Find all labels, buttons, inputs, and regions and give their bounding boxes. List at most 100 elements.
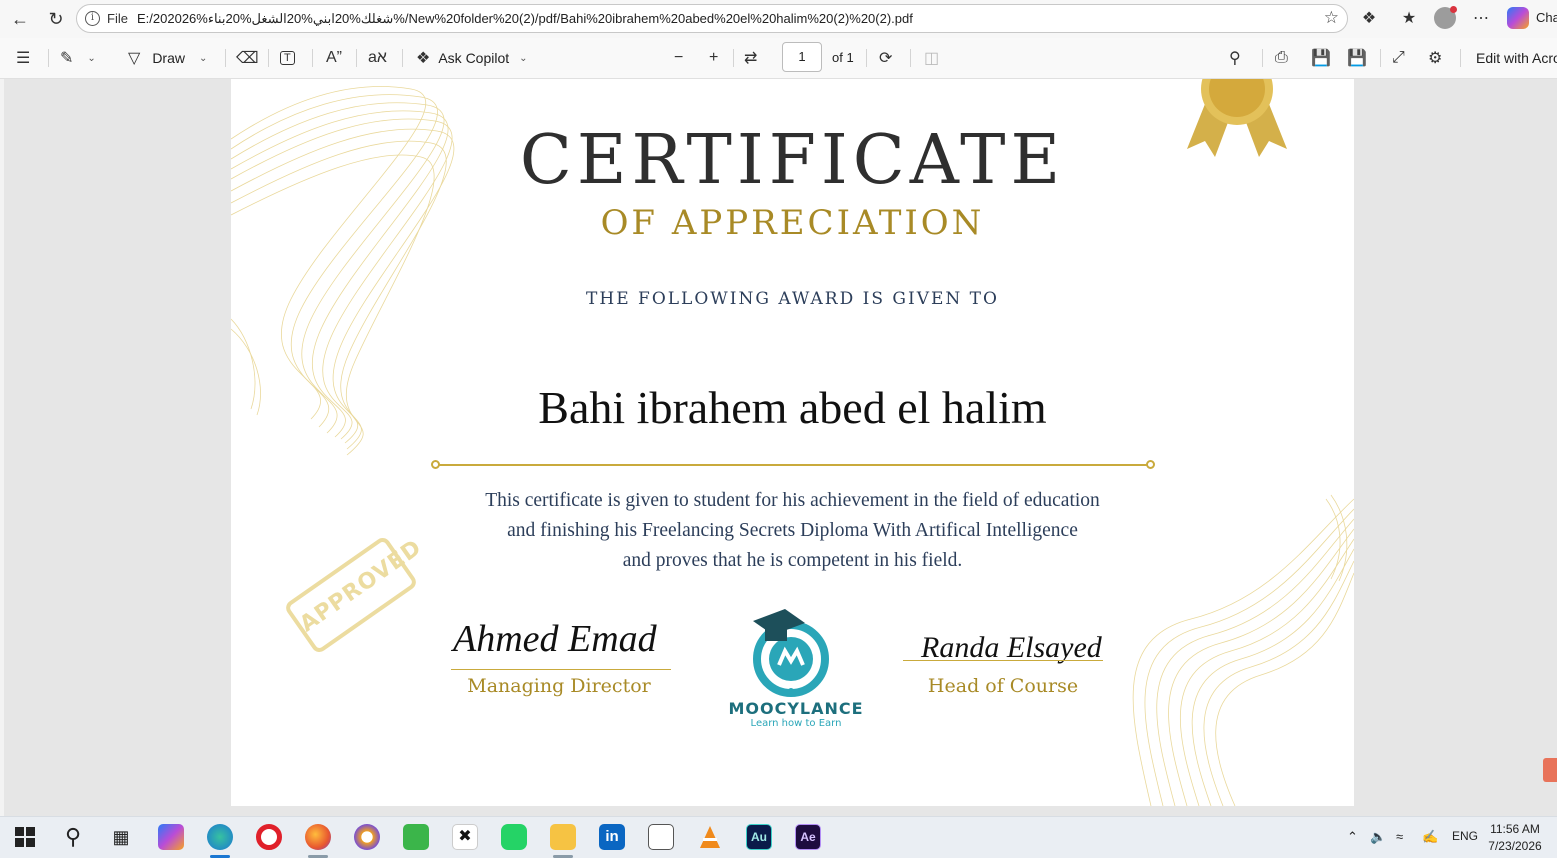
audition-icon[interactable]: Au [746, 824, 772, 850]
chrome-like-icon[interactable] [354, 824, 380, 850]
page-number-input[interactable]: 1 [782, 42, 822, 72]
search-icon[interactable]: ⚲ [60, 824, 86, 850]
divider [1262, 49, 1263, 67]
back-arrow-icon[interactable]: ← [6, 6, 34, 32]
save-as-icon[interactable]: 💾 [1347, 46, 1367, 70]
divider [1380, 49, 1381, 67]
whatsapp-icon[interactable] [501, 824, 527, 850]
divider [312, 49, 313, 67]
divider [268, 49, 269, 67]
zoom-out-icon[interactable]: − [674, 46, 683, 70]
copilot-label[interactable]: Cha [1536, 10, 1557, 25]
tray-chevron-up-icon[interactable]: ⌃ [1347, 829, 1358, 845]
divider [866, 49, 867, 67]
eraser-icon[interactable]: ⌫ [236, 46, 259, 70]
address-bar[interactable]: i File E:/202026%شغلك%20ابني%20الشغل%20ب… [76, 4, 1348, 33]
file-explorer-icon[interactable] [550, 824, 576, 850]
body-line: This certificate is given to student for… [485, 490, 1100, 511]
fullscreen-icon[interactable]: ⤢ [1392, 46, 1405, 70]
page-count: of 1 [832, 50, 854, 65]
opera-icon[interactable] [256, 824, 282, 850]
clock-time: 11:56 AM [1490, 822, 1540, 836]
print-icon[interactable]: ⎙ [1275, 46, 1288, 70]
rotate-icon[interactable]: ⟳ [879, 46, 892, 70]
highlight-icon[interactable]: ✎ ⌄ [60, 46, 96, 70]
after-effects-icon[interactable]: Ae [795, 824, 821, 850]
wifi-icon[interactable]: ≈ [1396, 829, 1403, 844]
favorite-star-icon[interactable]: ☆ [1324, 8, 1339, 28]
divider [733, 49, 734, 67]
signature-ahmed: Ahmed Emad [453, 618, 657, 660]
divider [48, 49, 49, 67]
camtasia-icon[interactable] [403, 824, 429, 850]
divider [910, 49, 911, 67]
contents-icon[interactable]: ☰ [16, 46, 30, 70]
edit-with-acrobat-button[interactable]: Edit with Acro [1476, 46, 1557, 70]
divider-end-dot [1146, 460, 1155, 469]
address-row: ← ↻ i File E:/202026%شغلك%20ابني%20الشغل… [0, 0, 1557, 38]
chevron-down-icon[interactable]: ⌄ [199, 53, 207, 64]
signer1-role: Managing Director [467, 675, 651, 697]
divider [402, 49, 403, 67]
body-line: and finishing his Freelancing Secrets Di… [507, 520, 1078, 541]
save-icon[interactable]: 💾 [1311, 46, 1331, 70]
ask-copilot-label: Ask Copilot [438, 50, 510, 66]
draw-button[interactable]: ▽ Draw ⌄ [128, 46, 207, 70]
search-icon[interactable]: ⚲ [1229, 46, 1241, 70]
linkedin-icon[interactable]: in [599, 824, 625, 850]
divider [225, 49, 226, 67]
logo-name: MOOCYLANCE [728, 699, 864, 718]
notification-dot [1450, 6, 1457, 13]
vlc-icon[interactable] [697, 824, 723, 850]
copilot-outline-icon: ❖ [416, 50, 431, 67]
moocylance-logo-icon [753, 609, 829, 697]
capcut-icon[interactable]: ✖ [452, 824, 478, 850]
copilot-icon[interactable] [1507, 7, 1529, 29]
draw-label: Draw [152, 50, 185, 66]
zoom-in-icon[interactable]: + [709, 46, 718, 70]
certificate-title: CERTIFICATE [519, 121, 1066, 200]
extensions-icon[interactable]: ❖ [1357, 7, 1381, 31]
firefox-icon[interactable] [305, 824, 331, 850]
award-given-text: THE FOLLOWING AWARD IS GIVEN TO [586, 289, 999, 309]
url-scheme-label: File [107, 11, 128, 26]
favorites-icon[interactable]: ★ [1397, 7, 1421, 31]
text-box-icon[interactable]: T [280, 46, 295, 70]
ask-copilot-button[interactable]: ❖ Ask Copilot ⌄ [416, 46, 528, 70]
signature-line [451, 669, 671, 670]
draw-icon: ▽ [128, 50, 141, 67]
more-menu-icon[interactable]: ⋯ [1469, 7, 1493, 31]
divider [356, 49, 357, 67]
browser-window: ← ↻ i File E:/202026%شغلك%20ابني%20الشغل… [0, 0, 1557, 858]
clock-date: 7/23/2026 [1488, 839, 1542, 853]
chevron-down-icon[interactable]: ⌄ [87, 53, 95, 64]
pdf-toolbar: ☰ ✎ ⌄ ▽ Draw ⌄ ⌫ T A” aא ❖ Ask Copilot ⌄ − + … [0, 38, 1557, 79]
calendar-app-icon[interactable] [648, 824, 674, 850]
gold-divider-line [436, 464, 1152, 466]
copilot-taskbar-icon[interactable] [158, 824, 184, 850]
language-indicator[interactable]: ENG [1452, 829, 1478, 843]
chevron-down-icon[interactable]: ⌄ [519, 53, 527, 64]
settings-gear-icon[interactable]: ⚙ [1428, 46, 1442, 70]
refresh-icon[interactable]: ↻ [42, 6, 70, 32]
divider-end-dot [431, 460, 440, 469]
translate-icon[interactable]: aא [368, 46, 387, 70]
recipient-name: Bahi ibrahem abed el halim [538, 382, 1047, 433]
windows-start-icon[interactable] [12, 824, 38, 850]
url-text[interactable]: E:/202026%شغلك%20ابني%20الشغل%20بناء%/Ne… [137, 11, 1317, 27]
info-icon[interactable]: i [85, 11, 100, 26]
signature-line [903, 660, 1103, 661]
taskbar: ⚲ ▦ ✖ in Au Ae ⌃ 🔈 ≈ ✍ ENG 11:56 AM 7/23… [0, 816, 1557, 858]
acrobat-side-icon[interactable] [1543, 758, 1557, 782]
divider [1460, 49, 1461, 67]
system-clock[interactable]: 11:56 AM 7/23/2026 [1480, 821, 1550, 855]
pdf-page: CERTIFICATE OF APPRECIATION THE FOLLOWIN… [231, 79, 1354, 806]
read-aloud-icon[interactable]: A” [326, 46, 342, 70]
edge-browser-icon[interactable] [207, 824, 233, 850]
page-view-icon[interactable]: ◫ [924, 46, 939, 70]
pen-icon[interactable]: ✍ [1422, 829, 1438, 845]
volume-icon[interactable]: 🔈 [1370, 829, 1386, 845]
fit-page-icon[interactable]: ⇄ [744, 46, 757, 70]
certificate-subtitle: OF APPRECIATION [600, 203, 985, 243]
task-view-icon[interactable]: ▦ [108, 824, 134, 850]
